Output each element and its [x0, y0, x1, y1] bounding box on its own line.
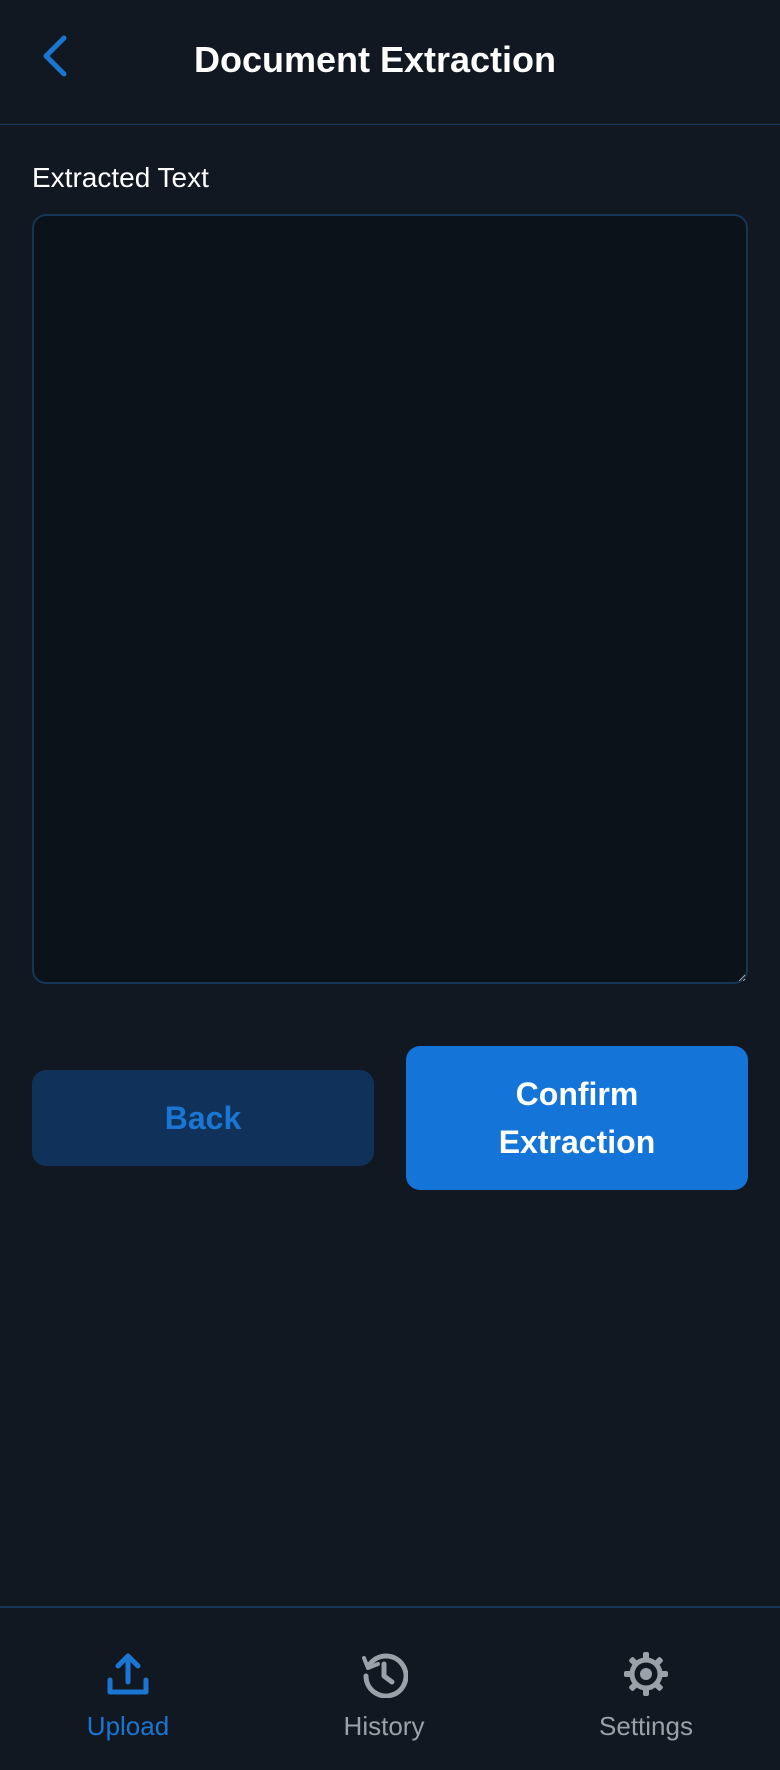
nav-label-history: History — [343, 1711, 425, 1741]
nav-item-settings[interactable]: Settings — [546, 1608, 746, 1770]
page-title: Document Extraction — [193, 39, 557, 80]
nav-item-history[interactable]: History — [284, 1608, 484, 1770]
upload-icon — [107, 1653, 149, 1695]
confirm-extraction-button[interactable]: Confirm Extraction — [406, 1046, 748, 1190]
nav-label-upload: Upload — [86, 1711, 170, 1741]
extracted-text-label: Extracted Text — [32, 162, 209, 193]
nav-label-settings: Settings — [599, 1711, 693, 1741]
bottom-navigation: Upload History Settings — [0, 1606, 780, 1770]
history-icon — [362, 1653, 408, 1698]
extracted-text-field[interactable] — [32, 214, 748, 984]
gear-icon — [624, 1652, 668, 1696]
chevron-left-icon[interactable] — [34, 30, 82, 82]
app-header: Document Extraction — [0, 0, 780, 125]
back-button[interactable]: Back — [32, 1070, 374, 1166]
nav-item-upload[interactable]: Upload — [28, 1608, 228, 1770]
